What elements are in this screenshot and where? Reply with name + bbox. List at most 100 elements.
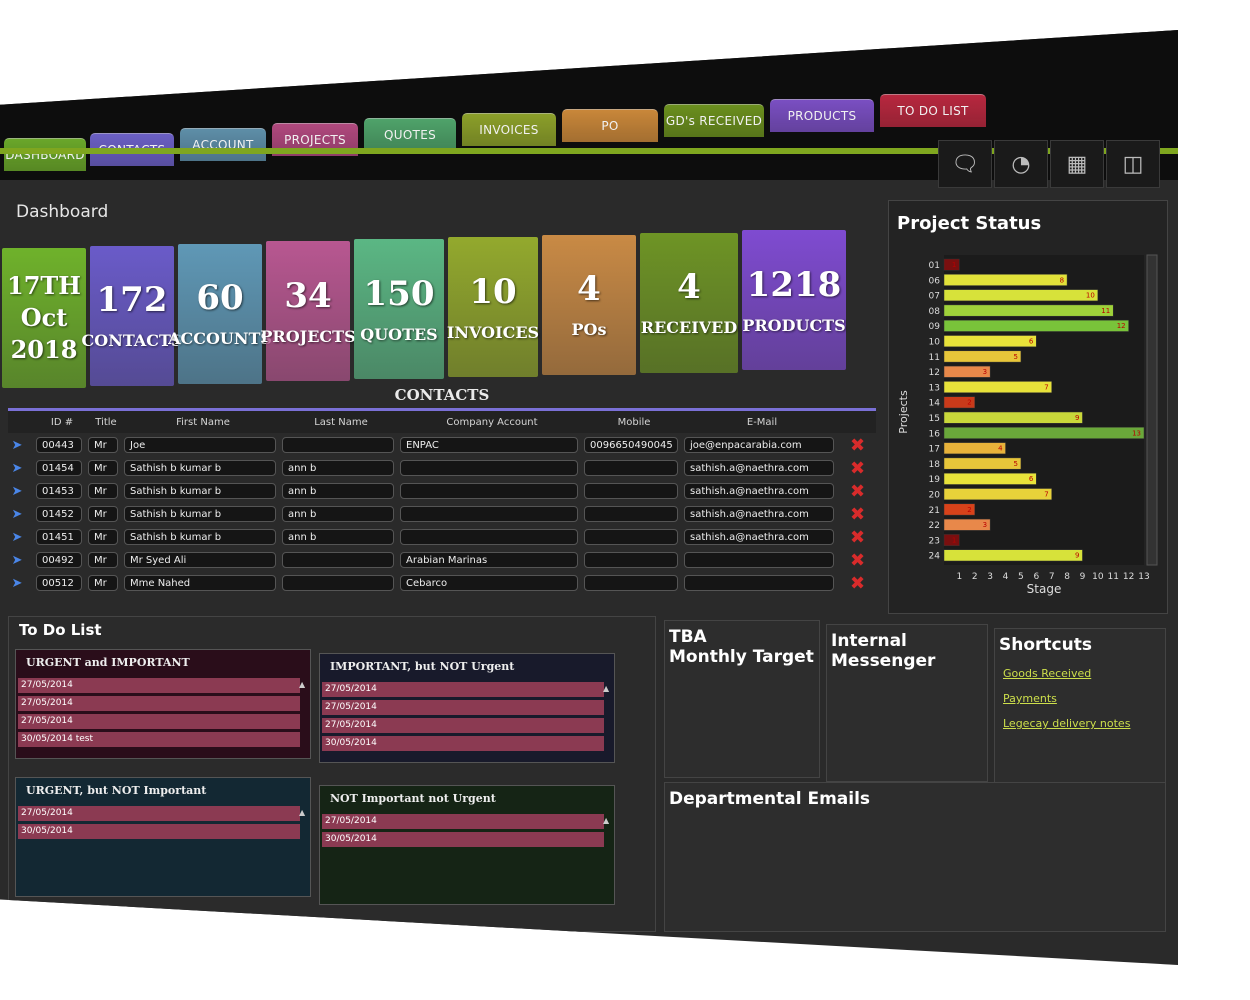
cell-title[interactable]: Mr bbox=[88, 552, 118, 568]
row-select-arrow-icon[interactable]: ➤ bbox=[8, 553, 26, 568]
cell-title[interactable]: Mr bbox=[88, 483, 118, 499]
tile-contacts[interactable]: 172 CONTACTS bbox=[82, 245, 182, 386]
todo-item[interactable]: 27/05/2014 bbox=[18, 678, 300, 693]
cell-title[interactable]: Mr bbox=[88, 460, 118, 476]
todo-item[interactable]: 27/05/2014 bbox=[322, 718, 604, 733]
delete-icon[interactable]: ✖ bbox=[850, 458, 865, 479]
cell-email[interactable]: sathish.a@naethra.com bbox=[684, 483, 834, 499]
todo-item[interactable]: 27/05/2014 bbox=[18, 806, 300, 821]
cell-mobile[interactable]: 0096650490045 bbox=[584, 437, 678, 453]
tile-quotes[interactable]: 150 QUOTES bbox=[354, 239, 444, 380]
shortcut-payments[interactable]: Payments bbox=[1003, 692, 1161, 705]
chat-icon[interactable]: 🗨 bbox=[938, 140, 992, 188]
cell-last[interactable]: ann b bbox=[282, 483, 394, 499]
cell-mobile[interactable] bbox=[584, 506, 678, 522]
cell-first[interactable]: Joe bbox=[124, 437, 276, 453]
table-row[interactable]: ➤ 01453 Mr Sathish b kumar b ann b sathish.a@… bbox=[8, 480, 876, 502]
cell-email[interactable]: sathish.a@naethra.com bbox=[684, 506, 834, 522]
tab-invoices[interactable]: Invoices bbox=[462, 113, 556, 146]
tab-todo-list[interactable]: TO DO LIST bbox=[880, 94, 986, 127]
scroll-up-icon[interactable]: ▲ bbox=[299, 808, 307, 817]
scroll-up-icon[interactable]: ▲ bbox=[603, 684, 611, 693]
tab-po[interactable]: PO bbox=[562, 109, 658, 142]
delete-icon[interactable]: ✖ bbox=[850, 550, 865, 571]
delete-icon[interactable]: ✖ bbox=[850, 573, 865, 594]
todo-item[interactable]: 27/05/2014 bbox=[322, 682, 604, 697]
cell-company[interactable]: Cebarco bbox=[400, 575, 578, 591]
row-select-arrow-icon[interactable]: ➤ bbox=[8, 484, 26, 499]
delete-icon[interactable]: ✖ bbox=[850, 504, 865, 525]
cell-first[interactable]: Mme Nahed bbox=[124, 575, 276, 591]
todo-item[interactable]: 30/05/2014 bbox=[322, 832, 604, 847]
cell-last[interactable]: ann b bbox=[282, 460, 394, 476]
cell-first[interactable]: Mr Syed Ali bbox=[124, 552, 276, 568]
tab-quotes[interactable]: Quotes bbox=[364, 118, 456, 151]
cell-id[interactable]: 00443 bbox=[36, 437, 82, 453]
cell-first[interactable]: Sathish b kumar b bbox=[124, 460, 276, 476]
cell-company[interactable]: ENPAC bbox=[400, 437, 578, 453]
cell-last[interactable] bbox=[282, 575, 394, 591]
cell-mobile[interactable] bbox=[584, 552, 678, 568]
todo-item[interactable]: 27/05/2014 bbox=[322, 700, 604, 715]
delete-icon[interactable]: ✖ bbox=[850, 435, 865, 456]
cell-title[interactable]: Mr bbox=[88, 437, 118, 453]
row-select-arrow-icon[interactable]: ➤ bbox=[8, 576, 26, 591]
cell-mobile[interactable] bbox=[584, 460, 678, 476]
cell-email[interactable] bbox=[684, 552, 834, 568]
gauge-icon[interactable]: ◔ bbox=[994, 140, 1048, 188]
cell-title[interactable]: Mr bbox=[88, 529, 118, 545]
cell-email[interactable]: sathish.a@naethra.com bbox=[684, 460, 834, 476]
table-row[interactable]: ➤ 00443 Mr Joe ENPAC 0096650490045 joe@enpacar… bbox=[8, 434, 876, 456]
cell-first[interactable]: Sathish b kumar b bbox=[124, 529, 276, 545]
cell-id[interactable]: 01451 bbox=[36, 529, 82, 545]
cell-company[interactable] bbox=[400, 460, 578, 476]
cell-last[interactable] bbox=[282, 552, 394, 568]
cell-company[interactable]: Arabian Marinas bbox=[400, 552, 578, 568]
cell-title[interactable]: Mr bbox=[88, 575, 118, 591]
cell-mobile[interactable] bbox=[584, 483, 678, 499]
todo-item[interactable]: 27/05/2014 bbox=[18, 696, 300, 711]
table-row[interactable]: ➤ 00512 Mr Mme Nahed Cebarco ✖ bbox=[8, 572, 876, 594]
scroll-up-icon[interactable]: ▲ bbox=[299, 680, 307, 689]
row-select-arrow-icon[interactable]: ➤ bbox=[8, 438, 26, 453]
shortcut-legacy-delivery-notes[interactable]: Legecay delivery notes bbox=[1003, 717, 1161, 730]
table-row[interactable]: ➤ 01452 Mr Sathish b kumar b ann b sathish.a@… bbox=[8, 503, 876, 525]
cell-id[interactable]: 01454 bbox=[36, 460, 82, 476]
tile-received[interactable]: 4 RECEIVED bbox=[640, 232, 738, 373]
cell-mobile[interactable] bbox=[584, 529, 678, 545]
delete-icon[interactable]: ✖ bbox=[850, 481, 865, 502]
calendar-icon[interactable]: ▦ bbox=[1050, 140, 1104, 188]
cell-email[interactable]: sathish.a@naethra.com bbox=[684, 529, 834, 545]
tab-dashboard[interactable]: Dashboard bbox=[4, 138, 86, 171]
todo-item[interactable]: 30/05/2014 bbox=[18, 824, 300, 839]
cell-first[interactable]: Sathish b kumar b bbox=[124, 506, 276, 522]
table-row[interactable]: ➤ 01454 Mr Sathish b kumar b ann b sathish.a@… bbox=[8, 457, 876, 479]
date-tile[interactable]: 17TH Oct 2018 bbox=[2, 248, 86, 388]
tile-pos[interactable]: 4 POs bbox=[542, 234, 636, 375]
cell-id[interactable]: 00492 bbox=[36, 552, 82, 568]
todo-item[interactable]: 30/05/2014 bbox=[322, 736, 604, 751]
cell-id[interactable]: 01452 bbox=[36, 506, 82, 522]
shortcut-goods-received[interactable]: Goods Received bbox=[1003, 667, 1161, 680]
table-row[interactable]: ➤ 00492 Mr Mr Syed Ali Arabian Marinas ✖ bbox=[8, 549, 876, 571]
tile-products[interactable]: 1218 PRODUCTS bbox=[742, 230, 846, 371]
row-select-arrow-icon[interactable]: ➤ bbox=[8, 461, 26, 476]
cell-id[interactable]: 01453 bbox=[36, 483, 82, 499]
delete-icon[interactable]: ✖ bbox=[850, 527, 865, 548]
cell-last[interactable]: ann b bbox=[282, 506, 394, 522]
cell-mobile[interactable] bbox=[584, 575, 678, 591]
tab-products[interactable]: PRODUCTS bbox=[770, 99, 874, 132]
cell-company[interactable] bbox=[400, 529, 578, 545]
cell-email[interactable] bbox=[684, 575, 834, 591]
tab-account[interactable]: Account bbox=[180, 128, 266, 161]
cell-email[interactable]: joe@enpacarabia.com bbox=[684, 437, 834, 453]
table-row[interactable]: ➤ 01451 Mr Sathish b kumar b ann b sathish.a@… bbox=[8, 526, 876, 548]
scroll-up-icon[interactable]: ▲ bbox=[603, 816, 611, 825]
cell-company[interactable] bbox=[400, 483, 578, 499]
todo-item[interactable]: 27/05/2014 bbox=[322, 814, 604, 829]
report-icon[interactable]: ◫ bbox=[1106, 140, 1160, 188]
row-select-arrow-icon[interactable]: ➤ bbox=[8, 507, 26, 522]
tile-accounts[interactable]: 60 ACCOUNTS bbox=[168, 243, 272, 384]
cell-last[interactable] bbox=[282, 437, 394, 453]
tile-invoices[interactable]: 10 INVOICES bbox=[447, 237, 539, 377]
